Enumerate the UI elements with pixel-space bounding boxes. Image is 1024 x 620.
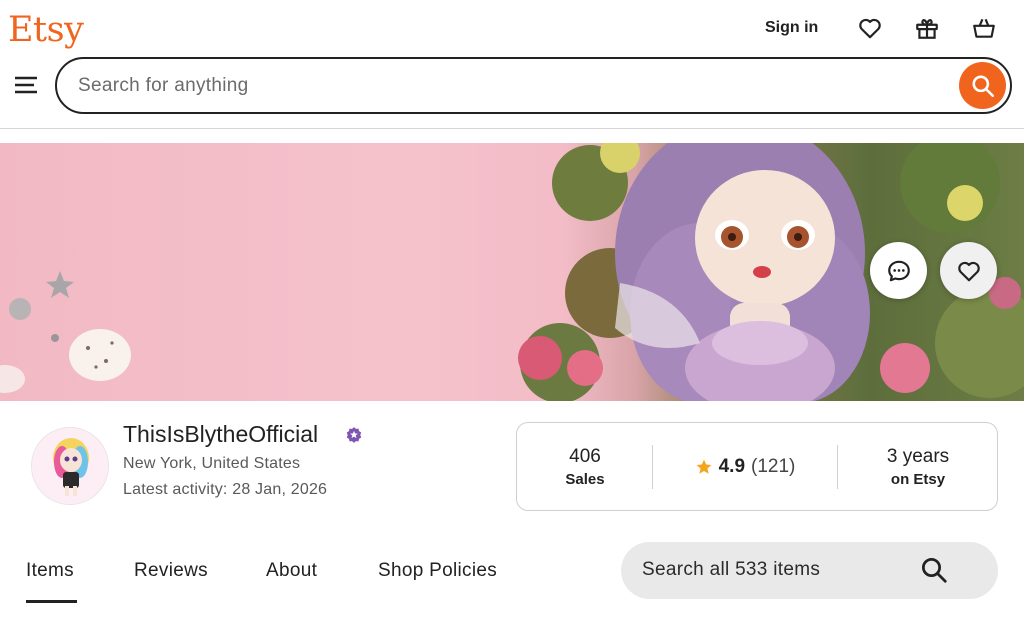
star-icon bbox=[696, 459, 712, 474]
shop-stats-panel: 406 Sales 4.9 (121) 3 years on Etsy bbox=[516, 422, 998, 511]
contact-shop-button[interactable] bbox=[870, 242, 927, 299]
active-tab-indicator bbox=[26, 600, 77, 603]
favorite-shop-button[interactable] bbox=[940, 242, 997, 299]
search-icon bbox=[971, 74, 994, 97]
tab-items[interactable]: Items bbox=[26, 560, 74, 582]
menu-button[interactable] bbox=[13, 73, 39, 97]
shop-search-button[interactable] bbox=[919, 555, 949, 585]
shop-search-input[interactable] bbox=[642, 556, 912, 584]
cart-button[interactable] bbox=[970, 14, 998, 42]
rating-row: 4.9 (121) bbox=[695, 455, 796, 478]
star-seller-badge-icon bbox=[345, 426, 363, 444]
shop-avatar[interactable] bbox=[31, 427, 109, 505]
years-label: on Etsy bbox=[890, 470, 946, 488]
header-divider bbox=[0, 128, 1024, 129]
site-search-bar bbox=[55, 57, 1012, 114]
rating-count: (121) bbox=[751, 455, 796, 477]
shop-latest-activity: Latest activity: 28 Jan, 2026 bbox=[123, 481, 328, 498]
message-icon bbox=[887, 260, 910, 281]
menu-icon bbox=[15, 76, 37, 94]
favorites-button[interactable] bbox=[856, 14, 884, 42]
gift-icon bbox=[916, 19, 938, 39]
sales-count: 406 bbox=[569, 445, 601, 467]
gift-button[interactable] bbox=[913, 14, 941, 42]
sales-stat: 406 Sales bbox=[517, 423, 653, 510]
heart-icon bbox=[859, 18, 881, 39]
years-value: 3 years bbox=[886, 445, 950, 467]
tab-reviews[interactable]: Reviews bbox=[134, 560, 208, 582]
site-search-button[interactable] bbox=[959, 62, 1006, 109]
sign-in-link[interactable]: Sign in bbox=[765, 19, 818, 37]
basket-icon bbox=[973, 18, 995, 38]
sales-label: Sales bbox=[565, 470, 605, 488]
etsy-logo[interactable]: Etsy bbox=[8, 10, 84, 50]
site-search-input[interactable] bbox=[78, 72, 938, 100]
years-stat: 3 years on Etsy bbox=[838, 423, 998, 510]
shop-avatar-image bbox=[32, 428, 108, 504]
shop-name[interactable]: ThisIsBlytheOfficial bbox=[123, 421, 318, 448]
rating-value: 4.9 bbox=[718, 455, 746, 477]
tab-about[interactable]: About bbox=[266, 560, 317, 582]
rating-stat[interactable]: 4.9 (121) bbox=[653, 423, 837, 510]
heart-icon bbox=[957, 261, 980, 281]
search-icon bbox=[922, 558, 947, 583]
tab-shop-policies[interactable]: Shop Policies bbox=[378, 560, 497, 582]
shop-location: New York, United States bbox=[123, 455, 301, 472]
